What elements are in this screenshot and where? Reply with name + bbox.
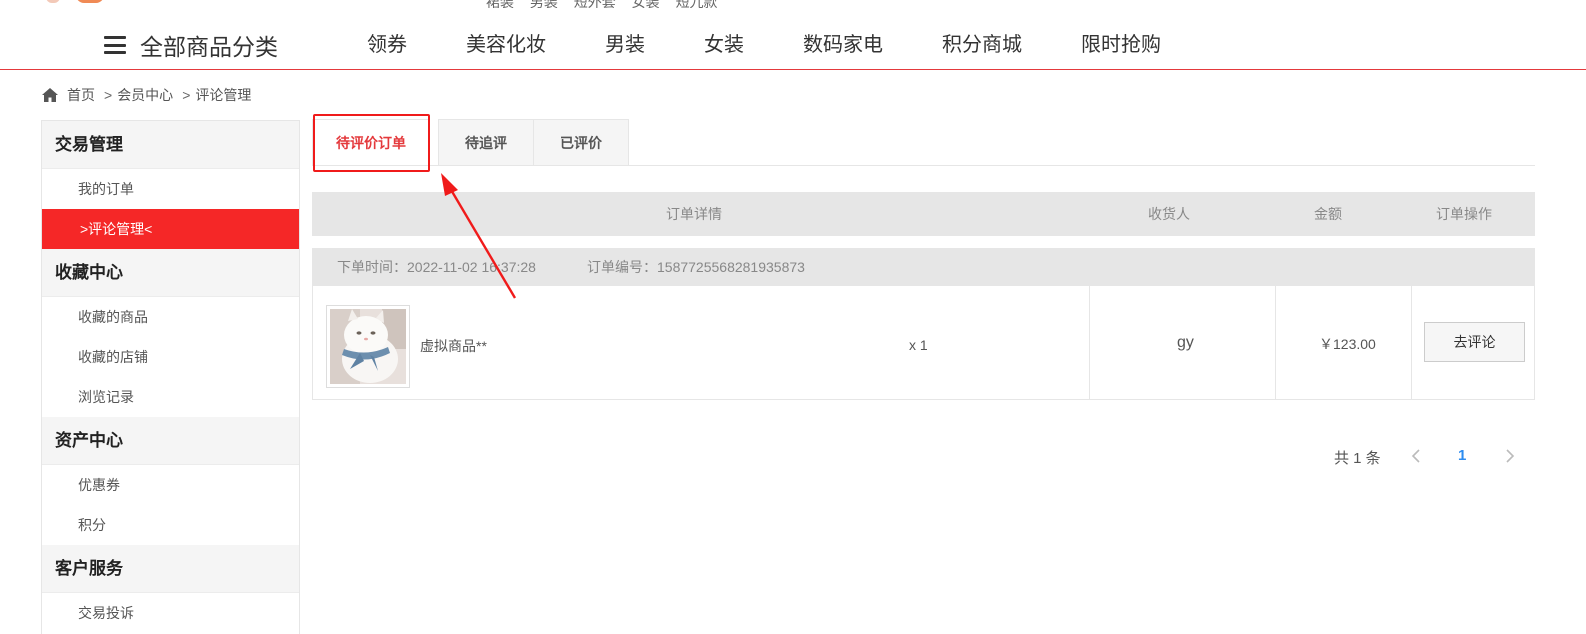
nav-item-points-mall[interactable]: 积分商城: [942, 32, 1022, 58]
column-divider: [1089, 286, 1090, 399]
nav-item-coupons[interactable]: 领券: [367, 32, 407, 58]
product-image[interactable]: [326, 305, 410, 388]
order-info-bar: 下单时间：2022-11-02 16:37:28 订单编号：1587725568…: [312, 248, 1535, 286]
header-order-actions: 订单操作: [1436, 206, 1492, 222]
product-name[interactable]: 虚拟商品**: [420, 336, 487, 356]
tab-pending-follow-up[interactable]: 待追评: [438, 119, 534, 165]
top-strip: 裙装 男装 短外套 女装 短九款: [0, 0, 1586, 8]
header-order-details: 订单详情: [666, 206, 722, 222]
tab-reviewed[interactable]: 已评价: [533, 119, 629, 165]
column-divider: [1411, 286, 1412, 399]
order-table-header: 订单详情 收货人 金额 订单操作: [312, 192, 1535, 236]
hot-word[interactable]: 女装: [632, 0, 660, 8]
hot-word[interactable]: 短外套: [574, 0, 616, 8]
write-review-button[interactable]: 去评论: [1424, 322, 1525, 362]
sidebar-item-my-orders[interactable]: 我的订单: [42, 169, 299, 209]
breadcrumb: 首页 > 会员中心 > 评论管理: [41, 84, 251, 106]
tab-pending-review[interactable]: 待评价订单: [312, 119, 430, 165]
product-photo: [330, 309, 406, 384]
breadcrumb-member-center[interactable]: 会员中心: [117, 85, 173, 105]
all-categories-label: 全部商品分类: [140, 34, 278, 60]
sidebar-group-title: 客户服务: [42, 545, 299, 593]
hot-words: 裙装 男装 短外套 女装 短九款: [486, 0, 730, 8]
sidebar-group-title: 收藏中心: [42, 249, 299, 297]
header-amount: 金额: [1314, 206, 1342, 222]
sidebar-item-favorite-shops[interactable]: 收藏的店铺: [42, 337, 299, 377]
sidebar-item-complaints[interactable]: 交易投诉: [42, 593, 299, 633]
sidebar-group-title: 交易管理: [42, 121, 299, 169]
pagination-page-current[interactable]: 1: [1458, 447, 1466, 464]
order-time: 下单时间：2022-11-02 16:37:28: [337, 259, 536, 275]
all-categories-button[interactable]: 全部商品分类: [104, 30, 278, 60]
breadcrumb-home[interactable]: 首页: [67, 85, 95, 105]
breadcrumb-separator: >: [182, 87, 191, 103]
breadcrumb-review-management: 评论管理: [195, 87, 252, 103]
sidebar-item-review-management[interactable]: >评论管理<: [42, 209, 299, 249]
chevron-right-icon[interactable]: [1504, 446, 1516, 466]
chevron-left-icon[interactable]: [1410, 446, 1422, 466]
breadcrumb-separator: >: [104, 87, 113, 103]
sidebar: 交易管理 我的订单 >评论管理< 收藏中心 收藏的商品 收藏的店铺 浏览记录 资…: [41, 120, 300, 634]
order-number: 订单编号：1587725568281935873: [587, 259, 805, 275]
logo[interactable]: [46, 0, 106, 4]
home-icon: [42, 88, 58, 102]
nav-item-flash-sale[interactable]: 限时抢购: [1081, 32, 1161, 58]
sidebar-item-coupons[interactable]: 优惠券: [42, 465, 299, 505]
sidebar-item-favorite-products[interactable]: 收藏的商品: [42, 297, 299, 337]
product-quantity: x 1: [909, 337, 928, 353]
sidebar-item-browse-history[interactable]: 浏览记录: [42, 377, 299, 417]
main-nav: 全部商品分类 领券 美容化妆 男装 女装 数码家电 积分商城 限时抢购: [0, 22, 1586, 70]
nav-item-electronics[interactable]: 数码家电: [803, 32, 883, 58]
menu-icon: [104, 36, 126, 54]
sidebar-item-points[interactable]: 积分: [42, 505, 299, 545]
header-receiver: 收货人: [1148, 206, 1190, 222]
hot-word[interactable]: 男装: [530, 0, 558, 8]
nav-item-beauty[interactable]: 美容化妆: [466, 32, 546, 58]
nav-links: 领券 美容化妆 男装 女装 数码家电 积分商城 限时抢购: [367, 32, 1220, 58]
order-row: 虚拟商品** x 1 gy ￥123.00 去评论: [312, 286, 1535, 400]
nav-item-menswear[interactable]: 男装: [605, 32, 645, 58]
column-divider: [1275, 286, 1276, 399]
order-amount: ￥123.00: [1319, 336, 1376, 352]
pagination-total: 共 1 条: [1334, 450, 1381, 467]
review-tabs: 待评价订单 待追评 已评价: [312, 119, 1535, 166]
hot-word[interactable]: 短九款: [676, 0, 718, 8]
nav-item-womenswear[interactable]: 女装: [704, 32, 744, 58]
sidebar-group-title: 资产中心: [42, 417, 299, 465]
hot-word[interactable]: 裙装: [486, 0, 514, 8]
order-receiver: gy: [1177, 334, 1194, 351]
